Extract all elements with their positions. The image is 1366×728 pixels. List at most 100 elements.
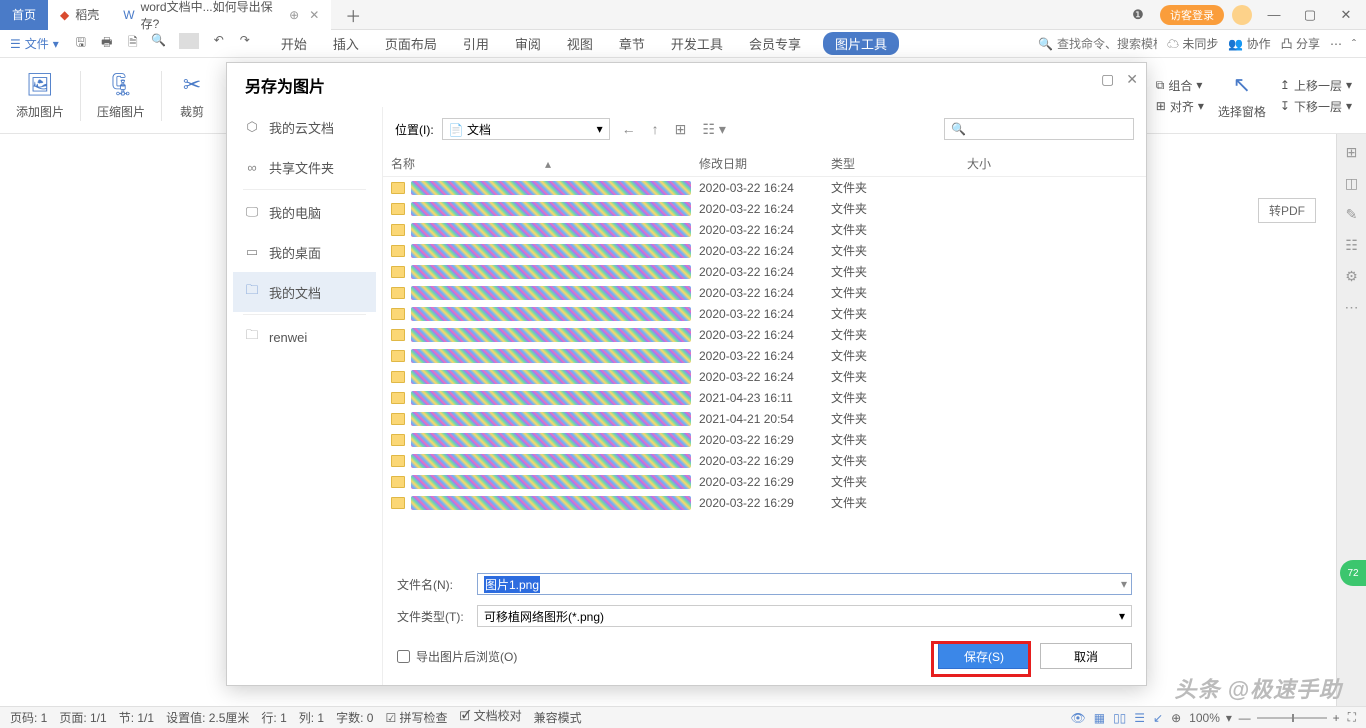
send-backward-button[interactable]: ↧ 下移一层 ▾ (1280, 98, 1352, 115)
zoom-control[interactable]: 100% ▾ —+ (1189, 711, 1339, 725)
maximize-button[interactable]: ▢ (1296, 7, 1324, 23)
tab-pictools[interactable]: 图片工具 (823, 32, 899, 55)
dialog-maximize-icon[interactable]: ▢ (1101, 71, 1114, 88)
list-item[interactable]: 2020-03-22 16:24文件夹 (383, 219, 1146, 240)
file-menu[interactable]: ☰ 文件 ▾ (10, 35, 59, 52)
redo-icon[interactable]: ↷ (235, 33, 255, 54)
list-item[interactable]: 2021-04-21 20:54文件夹 (383, 408, 1146, 429)
preview-checkbox[interactable]: 导出图片后浏览(O) (397, 648, 517, 665)
more-icon[interactable]: ⋯ (1330, 37, 1342, 51)
tab-daoke[interactable]: ◆ 稻壳 (48, 0, 111, 30)
view-page-icon[interactable]: ▦ (1094, 711, 1105, 725)
collapse-ribbon-icon[interactable]: ˆ (1352, 37, 1356, 51)
avatar[interactable] (1232, 5, 1252, 25)
doccheck-button[interactable]: 🗹 文档校对 (460, 707, 522, 728)
print-icon[interactable]: 🖶 (97, 33, 117, 54)
list-item[interactable]: 2020-03-22 16:24文件夹 (383, 261, 1146, 282)
spellcheck-toggle[interactable]: ☑ 拼写检查 (385, 709, 447, 726)
settings-icon[interactable]: ⊕ (1171, 711, 1181, 725)
tab-reference[interactable]: 引用 (459, 32, 493, 55)
tab-review[interactable]: 审阅 (511, 32, 545, 55)
view-mode-icon[interactable]: ☷ ▾ (698, 119, 729, 140)
view-outline-icon[interactable]: ☰ (1134, 711, 1145, 725)
list-item[interactable]: 2020-03-22 16:29文件夹 (383, 471, 1146, 492)
list-item[interactable]: 2020-03-22 16:24文件夹 (383, 177, 1146, 198)
view-web-icon[interactable]: ↙ (1153, 711, 1163, 725)
back-icon[interactable]: ← (618, 119, 640, 139)
filename-input[interactable]: 图片1.png▾ (477, 573, 1132, 595)
filetype-select[interactable]: 可移植网络图形(*.png)▾ (477, 605, 1132, 627)
status-pages[interactable]: 页面: 1/1 (59, 709, 106, 726)
sync-status[interactable]: ☁ 未同步 (1167, 35, 1218, 52)
list-item[interactable]: 2020-03-22 16:29文件夹 (383, 492, 1146, 513)
list-item[interactable]: 2020-03-22 16:24文件夹 (383, 198, 1146, 219)
preview-icon[interactable]: 🗎 (123, 33, 143, 54)
location-select[interactable]: 📄 文档▾ (442, 118, 610, 140)
status-section[interactable]: 节: 1/1 (119, 709, 154, 726)
list-item[interactable]: 2021-04-23 16:11文件夹 (383, 387, 1146, 408)
list-item[interactable]: 2020-03-22 16:24文件夹 (383, 324, 1146, 345)
sidebar-item-cloud[interactable]: ⬡我的云文档 (233, 107, 376, 147)
sidebar-item-desktop[interactable]: ▭我的桌面 (233, 232, 376, 272)
chevron-down-icon[interactable]: ▾ (1121, 577, 1127, 591)
command-search[interactable]: 🔍 (1038, 37, 1157, 51)
sidebar-item-share[interactable]: ∞共享文件夹 (233, 147, 376, 187)
view-book-icon[interactable]: ▯▯ (1113, 711, 1126, 725)
align-button[interactable]: ⊞ 对齐 ▾ (1156, 98, 1204, 115)
view-eye-icon[interactable]: 👁 (1070, 711, 1085, 725)
new-folder-icon[interactable]: ⊞ (671, 119, 691, 140)
list-item[interactable]: 2020-03-22 16:24文件夹 (383, 345, 1146, 366)
crop-button[interactable]: ✂裁剪 (176, 71, 208, 120)
list-item[interactable]: 2020-03-22 16:24文件夹 (383, 282, 1146, 303)
status-page[interactable]: 页码: 1 (10, 709, 47, 726)
bring-forward-button[interactable]: ↥ 上移一层 ▾ (1280, 77, 1352, 94)
rail-icon[interactable]: ◫ (1345, 175, 1358, 192)
sidebar-item-pc[interactable]: 🖵我的电脑 (233, 192, 376, 232)
tab-close-icon[interactable]: ✕ (309, 8, 319, 22)
dialog-search[interactable]: 🔍 (944, 118, 1134, 140)
column-name[interactable]: 名称▴ (391, 155, 699, 172)
sidebar-item-documents[interactable]: 🗀我的文档 (233, 272, 376, 312)
column-type[interactable]: 类型 (831, 155, 967, 172)
undo-icon[interactable]: ↶ (209, 33, 229, 54)
notification-badge[interactable]: 72 (1340, 560, 1366, 586)
close-button[interactable]: ✕ (1332, 7, 1360, 23)
cancel-button[interactable]: 取消 (1040, 643, 1132, 669)
tab-chapter[interactable]: 章节 (615, 32, 649, 55)
tab-start[interactable]: 开始 (277, 32, 311, 55)
fullscreen-icon[interactable]: ⛶ (1348, 710, 1356, 725)
minimize-button[interactable]: — (1260, 7, 1288, 22)
rail-icon[interactable]: ⋯ (1345, 299, 1359, 316)
list-item[interactable]: 2020-03-22 16:24文件夹 (383, 240, 1146, 261)
tab-vip[interactable]: 会员专享 (745, 32, 805, 55)
column-date[interactable]: 修改日期 (699, 155, 831, 172)
save-button[interactable]: 保存(S) (938, 643, 1030, 669)
list-item[interactable]: 2020-03-22 16:24文件夹 (383, 366, 1146, 387)
group-button[interactable]: ⧉ 组合 ▾ (1156, 77, 1204, 94)
to-pdf-button[interactable]: 转PDF (1258, 198, 1316, 223)
status-chars[interactable]: 字数: 0 (336, 709, 373, 726)
tab-layout[interactable]: 页面布局 (381, 32, 441, 55)
rail-icon[interactable]: ☷ (1345, 237, 1358, 254)
select-pane-button[interactable]: ↖选择窗格 (1216, 71, 1268, 120)
window-list-icon[interactable]: ❶ (1124, 7, 1152, 23)
find-icon[interactable]: 🔍 (149, 33, 169, 54)
list-item[interactable]: 2020-03-22 16:24文件夹 (383, 303, 1146, 324)
tab-document[interactable]: W word文档中...如何导出保存? ⊕ ✕ (111, 0, 331, 30)
share-button[interactable]: 凸 分享 (1281, 35, 1320, 52)
column-size[interactable]: 大小 (967, 155, 1047, 172)
rail-icon[interactable]: ⊞ (1346, 144, 1358, 161)
dialog-close-icon[interactable]: ✕ (1126, 71, 1138, 88)
save-icon[interactable]: 🖫 (71, 33, 91, 54)
tab-pin-icon[interactable]: ⊕ (289, 8, 299, 22)
coop-button[interactable]: 👥 协作 (1228, 35, 1270, 52)
tab-home[interactable]: 首页 (0, 0, 48, 30)
tab-view[interactable]: 视图 (563, 32, 597, 55)
rail-icon[interactable]: ✎ (1346, 206, 1358, 223)
new-tab-button[interactable]: ＋ (331, 3, 375, 27)
tab-insert[interactable]: 插入 (329, 32, 363, 55)
list-item[interactable]: 2020-03-22 16:29文件夹 (383, 429, 1146, 450)
tab-devtools[interactable]: 开发工具 (667, 32, 727, 55)
list-item[interactable]: 2020-03-22 16:29文件夹 (383, 450, 1146, 471)
add-picture-button[interactable]: 🖼添加图片 (14, 71, 66, 120)
